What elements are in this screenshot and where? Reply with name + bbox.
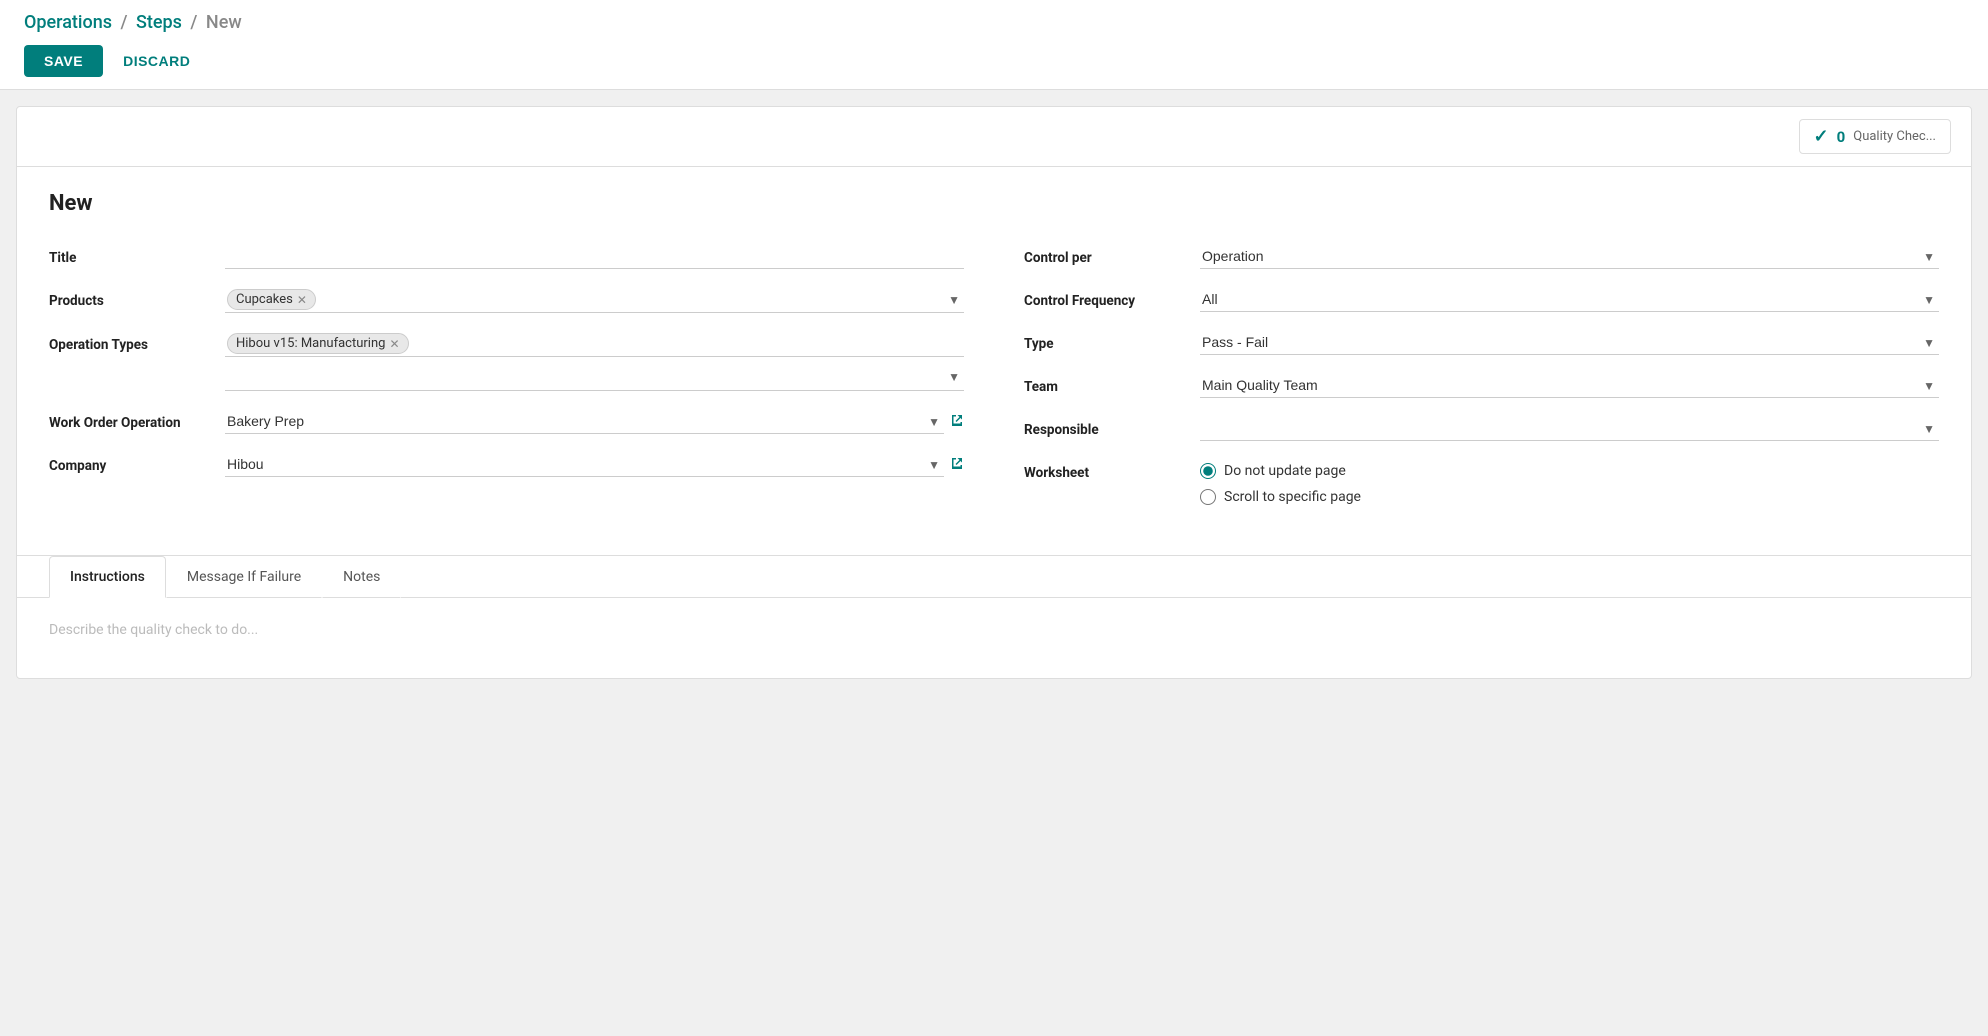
action-bar: SAVE DISCARD (24, 45, 1964, 89)
top-bar: Operations / Steps / New SAVE DISCARD (0, 0, 1988, 90)
tab-content-instructions: Describe the quality check to do... (17, 598, 1971, 678)
card-header: ✓ 0 Quality Chec... (17, 107, 1971, 167)
products-tag-field[interactable]: Cupcakes ✕ ▼ (225, 287, 964, 313)
responsible-select[interactable] (1200, 416, 1939, 441)
breadcrumb-sep2: / (190, 12, 197, 33)
quality-check-count: 0 (1837, 128, 1846, 146)
worksheet-radio2[interactable] (1200, 489, 1216, 505)
control-frequency-select-wrapper: All ▼ (1200, 287, 1939, 312)
tabs-bar: Instructions Message If Failure Notes (17, 556, 1971, 598)
products-field: Cupcakes ✕ ▼ (225, 287, 964, 313)
worksheet-radio1[interactable] (1200, 463, 1216, 479)
title-label: Title (49, 244, 209, 266)
title-field (225, 244, 964, 269)
tabs-section: Instructions Message If Failure Notes De… (17, 555, 1971, 678)
tab-instructions[interactable]: Instructions (49, 556, 166, 598)
products-label: Products (49, 287, 209, 309)
work-order-field-wrapper: Bakery Prep ▼ (225, 409, 964, 434)
company-field-wrapper: Hibou ▼ (225, 452, 964, 477)
title-input[interactable] (225, 244, 964, 269)
form-left: Title Products Cupcakes ✕ (49, 244, 964, 523)
check-icon: ✓ (1814, 126, 1829, 147)
form-section: New Title Products (17, 167, 1971, 547)
work-order-external-link[interactable] (950, 413, 964, 431)
control-per-select-wrapper: Operation ▼ (1200, 244, 1939, 269)
control-per-select[interactable]: Operation (1200, 244, 1939, 269)
quality-check-button[interactable]: ✓ 0 Quality Chec... (1799, 119, 1951, 154)
control-frequency-label: Control Frequency (1024, 287, 1184, 309)
save-button[interactable]: SAVE (24, 45, 103, 77)
tab-message-if-failure[interactable]: Message If Failure (166, 556, 322, 598)
worksheet-option2-label: Scroll to specific page (1224, 489, 1361, 505)
products-chevron: ▼ (948, 293, 960, 307)
hibou-tag-remove[interactable]: ✕ (389, 337, 399, 351)
responsible-select-wrapper: ▼ (1200, 416, 1939, 441)
operation-types-extra-row: ▼ (225, 363, 964, 391)
form-right: Control per Operation ▼ Control Frequenc… (1024, 244, 1939, 523)
responsible-row: Responsible ▼ (1024, 416, 1939, 441)
responsible-label: Responsible (1024, 416, 1184, 438)
breadcrumb: Operations / Steps / New (24, 12, 1964, 33)
company-row: Company Hibou ▼ (49, 452, 964, 477)
control-frequency-row: Control Frequency All ▼ (1024, 287, 1939, 312)
form-card: ✓ 0 Quality Chec... New Title Prod (16, 106, 1972, 679)
control-per-label: Control per (1024, 244, 1184, 266)
operation-types-field: Hibou v15: Manufacturing ✕ ▼ (225, 331, 964, 391)
operation-types-chevron: ▼ (948, 370, 960, 384)
work-order-select-wrapper: Bakery Prep ▼ (225, 409, 944, 434)
worksheet-option2-item[interactable]: Scroll to specific page (1200, 489, 1361, 505)
cupcakes-tag-label: Cupcakes (236, 292, 293, 307)
worksheet-option1-item[interactable]: Do not update page (1200, 463, 1361, 479)
worksheet-label: Worksheet (1024, 459, 1184, 481)
breadcrumb-steps[interactable]: Steps (136, 12, 182, 33)
cupcakes-tag: Cupcakes ✕ (227, 289, 316, 310)
work-order-label: Work Order Operation (49, 409, 209, 431)
title-row: Title (49, 244, 964, 269)
tab-notes[interactable]: Notes (322, 556, 401, 598)
operation-types-extra-field[interactable]: ▼ (225, 363, 964, 391)
record-title: New (49, 191, 1939, 216)
type-label: Type (1024, 330, 1184, 352)
breadcrumb-sep1: / (120, 12, 127, 33)
type-select[interactable]: Pass - Fail (1200, 330, 1939, 355)
worksheet-option1-label: Do not update page (1224, 463, 1346, 479)
breadcrumb-operations[interactable]: Operations (24, 12, 112, 33)
hibou-tag-label: Hibou v15: Manufacturing (236, 336, 385, 351)
control-per-row: Control per Operation ▼ (1024, 244, 1939, 269)
team-row: Team Main Quality Team ▼ (1024, 373, 1939, 398)
instructions-placeholder[interactable]: Describe the quality check to do... (49, 622, 258, 638)
discard-button[interactable]: DISCARD (119, 45, 194, 77)
work-order-select[interactable]: Bakery Prep (225, 409, 944, 434)
company-select-wrapper: Hibou ▼ (225, 452, 944, 477)
work-order-row: Work Order Operation Bakery Prep ▼ (49, 409, 964, 434)
operation-types-label: Operation Types (49, 331, 209, 353)
control-frequency-select[interactable]: All (1200, 287, 1939, 312)
hibou-tag: Hibou v15: Manufacturing ✕ (227, 333, 409, 354)
company-label: Company (49, 452, 209, 474)
form-body: Title Products Cupcakes ✕ (49, 244, 1939, 523)
worksheet-radio-group: Do not update page Scroll to specific pa… (1200, 459, 1361, 505)
team-label: Team (1024, 373, 1184, 395)
type-row: Type Pass - Fail ▼ (1024, 330, 1939, 355)
operation-types-row: Operation Types Hibou v15: Manufacturing… (49, 331, 964, 391)
operation-types-tag-field[interactable]: Hibou v15: Manufacturing ✕ (225, 331, 964, 357)
main-content: ✓ 0 Quality Chec... New Title Prod (0, 90, 1988, 695)
breadcrumb-current: New (206, 12, 242, 33)
worksheet-row: Worksheet Do not update page Scroll to s… (1024, 459, 1939, 505)
quality-check-label: Quality Chec... (1853, 129, 1936, 144)
company-select[interactable]: Hibou (225, 452, 944, 477)
products-row: Products Cupcakes ✕ ▼ (49, 287, 964, 313)
company-external-link[interactable] (950, 456, 964, 474)
type-select-wrapper: Pass - Fail ▼ (1200, 330, 1939, 355)
team-select[interactable]: Main Quality Team (1200, 373, 1939, 398)
cupcakes-tag-remove[interactable]: ✕ (297, 293, 307, 307)
team-select-wrapper: Main Quality Team ▼ (1200, 373, 1939, 398)
